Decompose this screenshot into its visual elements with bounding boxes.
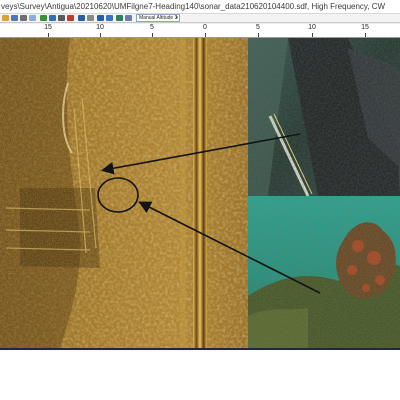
ruler-tick <box>258 33 259 37</box>
sonar-waterfall-image[interactable] <box>0 38 248 348</box>
zoom-icon[interactable] <box>40 15 47 21</box>
range-ruler: 15 10 5 0 5 10 15 <box>0 24 400 38</box>
wreck-photo-bottom[interactable] <box>248 196 400 348</box>
ruler-label: 15 <box>44 24 52 31</box>
play-icon[interactable] <box>49 15 56 21</box>
copy-icon[interactable] <box>29 15 36 21</box>
pause-icon[interactable] <box>58 15 65 21</box>
record-icon[interactable] <box>67 15 74 21</box>
ruler-label: 15 <box>361 24 369 31</box>
toolbar: Manual Altitude 3 ▾ <box>0 14 400 23</box>
altitude-mode-select[interactable]: Manual Altitude 3 ▾ <box>136 14 180 22</box>
save-icon[interactable] <box>11 15 18 21</box>
wreck-photo-top[interactable] <box>248 38 400 196</box>
ruler-tick <box>100 33 101 37</box>
ruler-tick <box>152 33 153 37</box>
ruler-tick <box>48 33 49 37</box>
ruler-label: 5 <box>150 24 154 31</box>
window-title: veys\Survey\Antigua\20210620\UMFilgne7-H… <box>0 0 400 14</box>
export-icon[interactable] <box>125 15 132 21</box>
ruler-tick <box>205 33 206 37</box>
ruler-tick <box>312 33 313 37</box>
ruler-label: 10 <box>96 24 104 31</box>
ruler-icon[interactable] <box>87 15 94 21</box>
ruler-tick <box>365 33 366 37</box>
measure-icon[interactable] <box>78 15 85 21</box>
blank-area <box>0 350 400 400</box>
ruler-label: 10 <box>308 24 316 31</box>
open-icon[interactable] <box>2 15 9 21</box>
ruler-label: 0 <box>203 24 207 31</box>
ruler-label: 5 <box>256 24 260 31</box>
marker-icon[interactable] <box>116 15 123 21</box>
settings-icon[interactable] <box>106 15 113 21</box>
chevron-down-icon: ▾ <box>175 15 178 21</box>
palette-icon[interactable] <box>97 15 104 21</box>
altitude-mode-label: Manual Altitude <box>139 15 174 21</box>
print-icon[interactable] <box>20 15 27 21</box>
sonar-viewer-window: veys\Survey\Antigua\20210620\UMFilgne7-H… <box>0 0 400 350</box>
